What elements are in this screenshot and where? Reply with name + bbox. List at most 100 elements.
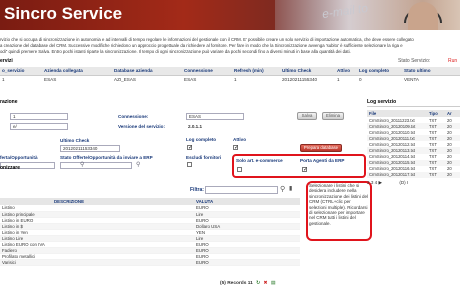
- table-cell: 1: [234, 76, 237, 82]
- attivo-label: Attivo: [233, 137, 247, 142]
- log-completo-label: Log completo: [186, 137, 217, 142]
- refresh-icon[interactable]: ↻: [256, 281, 260, 286]
- table-header-row: File Tipo Ar: [367, 110, 460, 117]
- porta-agenti-checkbox[interactable]: [302, 166, 308, 173]
- table-row[interactable]: CrmSincro_20120110.txt TXT 20: [367, 129, 460, 135]
- table-row[interactable]: 1 ESAS AZI_ESAS ESAS 1 20120211155340 1 …: [0, 75, 460, 83]
- escludi-fornitori-checkbox[interactable]: [187, 162, 192, 167]
- column-header[interactable]: VALUTA: [194, 198, 300, 205]
- table-cell: CrmSincro_20120117.txt: [367, 171, 427, 178]
- save-button[interactable]: Salva: [297, 112, 317, 120]
- app-header: e-mail to Sincro Service: [0, 0, 460, 30]
- column-header[interactable]: Stato ultimo: [402, 67, 460, 76]
- sync-section-title: onizzare: [0, 165, 21, 171]
- table-header-row: o_servizio Azienda collegata Database az…: [0, 67, 460, 76]
- help-tooltip: Selezionare i listini che si desidera in…: [309, 183, 369, 226]
- table-cell: ESAS: [184, 76, 197, 82]
- delete-button[interactable]: Elimina: [322, 112, 344, 120]
- config-section-title: razione: [0, 99, 18, 105]
- records-count: (5) Records 11: [220, 281, 253, 286]
- solo-ecommerce-checkbox[interactable]: [237, 167, 242, 172]
- table-row[interactable]: CrmSincro_20111223.txt TXT 20: [367, 117, 460, 123]
- intro-text: rvizio che si occupa di sincronizzazione…: [0, 37, 460, 54]
- prepare-database-button[interactable]: Prepara database: [300, 144, 342, 152]
- log-page-links[interactable]: 2 3 4 ▶: [367, 180, 382, 185]
- column-header[interactable]: o_servizio: [0, 67, 42, 76]
- column-header[interactable]: Ar: [445, 110, 460, 117]
- table-row[interactable]: CrmSincro_20120109.txt TXT 20: [367, 123, 460, 130]
- connessione-label: Connessione:: [118, 114, 149, 119]
- service-status-value: Run: [448, 58, 458, 64]
- table-cell: Varisici: [0, 259, 194, 266]
- table-cell: 20: [445, 171, 460, 178]
- stato-offerte-field[interactable]: [60, 162, 132, 169]
- log-panel: Log servizio File Tipo Ar CrmSincro_2011…: [367, 99, 460, 186]
- page-title: Sincro Service: [4, 4, 123, 23]
- column-header[interactable]: DESCRIZIONE: [0, 198, 194, 205]
- table-cell: VENTA: [404, 76, 419, 82]
- sync-table: DESCRIZIONE VALUTA Listino EURO Listino p…: [0, 198, 300, 266]
- offerta-label: ferta/Opportunità: [0, 155, 38, 160]
- column-header[interactable]: Log completo: [357, 67, 402, 76]
- search-icon[interactable]: ⚲: [80, 161, 84, 168]
- service-name-field[interactable]: e/: [10, 123, 68, 130]
- stop-icon[interactable]: ✖: [264, 281, 268, 286]
- column-header[interactable]: Refresh (min): [232, 67, 280, 76]
- column-header[interactable]: Ultimo Check: [280, 67, 335, 76]
- stato-offerte-label: Stato Offerte/Opportunità da inviare a E…: [60, 155, 153, 160]
- table-row[interactable]: CrmSincro_20120117.txt TXT 20: [367, 171, 460, 178]
- table-row[interactable]: CrmSincro_20120114.txt TXT 20: [367, 154, 460, 160]
- connessione-field[interactable]: ESAS: [186, 113, 244, 120]
- column-header[interactable]: Attivo: [335, 67, 357, 76]
- clear-filter-icon[interactable]: ▮: [289, 185, 292, 192]
- versione-value: 2.0.1.1: [188, 124, 203, 129]
- table-row[interactable]: CrmSincro_20120116.txt TXT 20: [367, 166, 460, 172]
- column-header[interactable]: Connessione: [182, 67, 232, 76]
- table-cell: 1: [337, 76, 340, 82]
- table-row[interactable]: CrmSincro_20120113.txt TXT 20: [367, 147, 460, 154]
- table-row[interactable]: Varisici EURO: [0, 259, 300, 266]
- table-row[interactable]: CrmSincro_20120115.txt TXT 20: [367, 159, 460, 166]
- log-pager: 2 3 4 ▶ (D) I: [367, 180, 460, 186]
- log-panel-title: Log servizio: [367, 99, 460, 107]
- column-header[interactable]: Tipo: [427, 110, 445, 117]
- service-status-label: Stato Servizio:: [398, 58, 431, 64]
- column-header[interactable]: File: [367, 110, 427, 117]
- table-cell: 1: [2, 76, 5, 82]
- table-cell: 0: [359, 76, 362, 82]
- table-cell: ESAS: [44, 76, 57, 82]
- search-icon[interactable]: ⚲: [280, 185, 285, 193]
- versione-label: Versione del servizio:: [118, 124, 165, 129]
- export-icon[interactable]: ▤: [271, 281, 276, 286]
- table-header-row: DESCRIZIONE VALUTA: [0, 198, 300, 205]
- table-cell: AZI_ESAS: [114, 76, 136, 82]
- porta-agenti-label: Porta Agenti da ERP: [300, 158, 345, 163]
- log-table: File Tipo Ar CrmSincro_20111223.txt TXT 20…: [367, 110, 460, 178]
- service-id-field[interactable]: 1: [10, 113, 68, 120]
- table-cell: EURO: [194, 259, 300, 266]
- filter-label: Filtra:: [190, 187, 204, 193]
- services-section-title: ervizi: [0, 58, 13, 64]
- intro-line: rvizio che si occupa di sincronizzazione…: [0, 37, 414, 42]
- intro-line: a creazione del database del CRM. Succes…: [0, 42, 403, 48]
- solo-ecommerce-label: Solo art. e-commerce: [236, 158, 283, 163]
- intro-line: odi" quindi premere Salva. Entro pochi i…: [0, 48, 351, 54]
- sync-pager: (5) Records 11 ↻ ✖ ▤: [220, 281, 275, 286]
- log-completo-checkbox[interactable]: [187, 144, 193, 151]
- log-records-count: (D) I: [399, 179, 409, 185]
- column-header[interactable]: Database azienda: [112, 67, 182, 76]
- table-row[interactable]: CrmSincro_20120111.txt TXT 20: [367, 135, 460, 142]
- table-cell: TXT: [427, 171, 445, 178]
- services-table: o_servizio Azienda collegata Database az…: [0, 67, 460, 83]
- ultimo-check-label: Ultimo Check: [60, 138, 90, 143]
- operator-photo: [408, 2, 438, 30]
- column-header[interactable]: Azienda collegata: [42, 67, 112, 76]
- escludi-fornitori-label: Escludi fornitori: [186, 155, 222, 160]
- ultimo-check-field[interactable]: 20120211153340: [60, 145, 120, 152]
- table-cell: 20120211155340: [282, 76, 318, 82]
- table-row[interactable]: CrmSincro_20120112.txt TXT 20: [367, 141, 460, 147]
- search-icon[interactable]: ⚲: [136, 161, 140, 168]
- attivo-checkbox[interactable]: [233, 144, 239, 151]
- status-row: ervizi Stato Servizio: Run: [0, 58, 460, 66]
- filter-input[interactable]: [205, 186, 278, 194]
